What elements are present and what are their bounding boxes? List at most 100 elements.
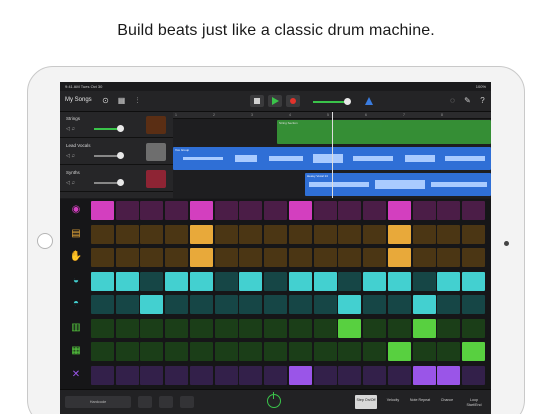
- step-cell[interactable]: [164, 295, 188, 314]
- step-cell[interactable]: [313, 224, 337, 244]
- step-cell[interactable]: [214, 365, 238, 385]
- step-cell[interactable]: [190, 248, 213, 267]
- step-cell[interactable]: [437, 342, 461, 361]
- step-cell[interactable]: [115, 271, 139, 291]
- step-cell[interactable]: [115, 342, 139, 361]
- step-cell[interactable]: [140, 295, 164, 314]
- mode-chance[interactable]: Chance: [436, 395, 458, 409]
- mode-velocity[interactable]: Velocity: [382, 395, 404, 409]
- step-cell[interactable]: [388, 318, 411, 338]
- step-cell[interactable]: [412, 271, 436, 291]
- step-cell[interactable]: [461, 318, 485, 338]
- step-cell[interactable]: [91, 224, 114, 244]
- step-cell[interactable]: [412, 248, 436, 267]
- step-cell[interactable]: [239, 248, 263, 267]
- step-cell[interactable]: [239, 271, 263, 291]
- step-cell[interactable]: [140, 342, 164, 361]
- help-icon[interactable]: ?: [477, 96, 488, 106]
- step-cell[interactable]: [313, 248, 337, 267]
- step-cell[interactable]: [412, 224, 436, 244]
- step-cell[interactable]: [140, 224, 164, 244]
- step-cell[interactable]: [461, 365, 485, 385]
- step-cell[interactable]: [263, 318, 287, 338]
- step-cell[interactable]: [338, 295, 362, 314]
- step-cell[interactable]: [461, 248, 485, 267]
- step-cell[interactable]: [115, 318, 139, 338]
- step-cell[interactable]: [239, 365, 263, 385]
- track-volume-knob[interactable]: [117, 152, 124, 159]
- info-icon[interactable]: [180, 396, 194, 408]
- step-cell[interactable]: [313, 365, 337, 385]
- step-cell[interactable]: [190, 271, 213, 291]
- step-cell[interactable]: [140, 248, 164, 267]
- step-cell[interactable]: [140, 201, 164, 220]
- step-cell[interactable]: [263, 224, 287, 244]
- step-cell[interactable]: [289, 365, 312, 385]
- mode-loop-start-end[interactable]: Loop Start/End: [463, 395, 485, 409]
- step-cell[interactable]: [388, 295, 411, 314]
- step-cell[interactable]: [91, 248, 114, 267]
- clap-icon[interactable]: ✋: [68, 249, 84, 265]
- step-cell[interactable]: [214, 342, 238, 361]
- track-volume-knob[interactable]: [117, 125, 124, 132]
- step-cell[interactable]: [338, 365, 362, 385]
- step-cell[interactable]: [313, 342, 337, 361]
- dice-icon[interactable]: [159, 396, 173, 408]
- pattern-icon[interactable]: [138, 396, 152, 408]
- step-cell[interactable]: [263, 342, 287, 361]
- mode-step-on-off[interactable]: Step On/Off: [355, 395, 377, 409]
- step-cell[interactable]: [164, 365, 188, 385]
- step-cell[interactable]: [263, 248, 287, 267]
- step-cell[interactable]: [461, 342, 485, 361]
- step-cell[interactable]: [362, 295, 386, 314]
- step-cell[interactable]: [388, 248, 411, 267]
- step-cell[interactable]: [338, 201, 362, 220]
- loop-icon[interactable]: ◌: [447, 96, 458, 106]
- step-cell[interactable]: [190, 365, 213, 385]
- master-volume-knob[interactable]: [344, 98, 351, 105]
- track-header[interactable]: Lead Vocals ◁ ♫: [60, 139, 173, 165]
- step-cell[interactable]: [362, 271, 386, 291]
- step-cell[interactable]: [362, 365, 386, 385]
- step-cell[interactable]: [461, 295, 485, 314]
- play-button[interactable]: [268, 95, 282, 107]
- step-cell[interactable]: [115, 224, 139, 244]
- step-cell[interactable]: [437, 224, 461, 244]
- step-cell[interactable]: [263, 271, 287, 291]
- track-volume-knob[interactable]: [117, 179, 124, 186]
- step-cell[interactable]: [91, 295, 114, 314]
- step-cell[interactable]: [388, 201, 411, 220]
- step-cell[interactable]: [115, 248, 139, 267]
- mute-speaker-icon[interactable]: ◁ ♫: [66, 126, 75, 132]
- step-cell[interactable]: [239, 224, 263, 244]
- step-cell[interactable]: [362, 318, 386, 338]
- step-cell[interactable]: [461, 201, 485, 220]
- record-button[interactable]: [286, 95, 300, 107]
- step-cell[interactable]: [388, 342, 411, 361]
- step-cell[interactable]: [388, 365, 411, 385]
- step-cell[interactable]: [164, 318, 188, 338]
- step-cell[interactable]: [362, 248, 386, 267]
- settings-wrench-icon[interactable]: ✎: [462, 96, 473, 106]
- step-cell[interactable]: [140, 365, 164, 385]
- tracks-timeline[interactable]: 1 2 3 4 5 6 7 8 String Section Vox Group: [173, 112, 491, 198]
- step-cell[interactable]: [289, 318, 312, 338]
- stop-button[interactable]: [250, 95, 264, 107]
- step-cell[interactable]: [140, 318, 164, 338]
- mute-speaker-icon[interactable]: ◁ ♫: [66, 153, 75, 159]
- step-cell[interactable]: [190, 224, 213, 244]
- step-cell[interactable]: [437, 295, 461, 314]
- step-cell[interactable]: [437, 318, 461, 338]
- step-cell[interactable]: [214, 295, 238, 314]
- step-cell[interactable]: [338, 318, 362, 338]
- step-cell[interactable]: [214, 201, 238, 220]
- step-cell[interactable]: [437, 365, 461, 385]
- step-cell[interactable]: [289, 342, 312, 361]
- step-cell[interactable]: [313, 318, 337, 338]
- audio-region[interactable]: String Section: [277, 120, 491, 144]
- step-cell[interactable]: [239, 318, 263, 338]
- step-cell[interactable]: [388, 271, 411, 291]
- step-cell[interactable]: [388, 224, 411, 244]
- tom-low-icon[interactable]: ▥: [68, 320, 84, 336]
- step-cell[interactable]: [190, 318, 213, 338]
